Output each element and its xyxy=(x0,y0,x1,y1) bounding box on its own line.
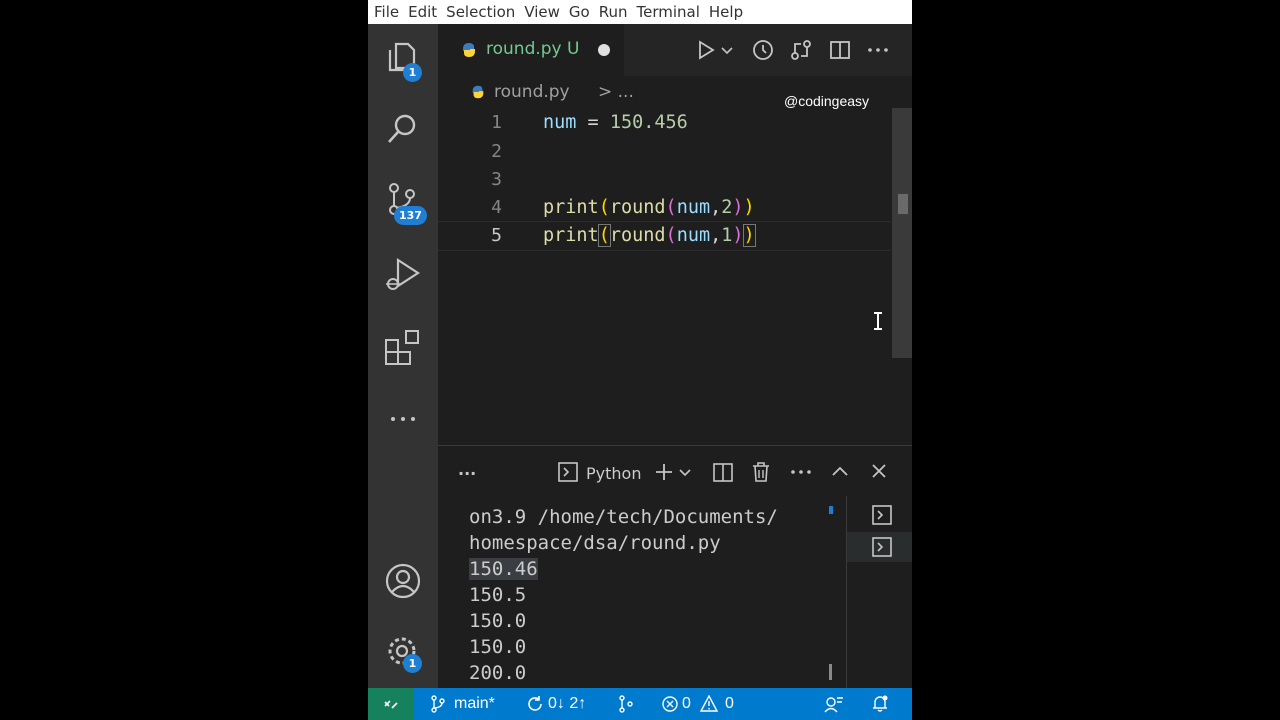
code-line: 2 xyxy=(438,138,890,166)
terminal-output[interactable]: on3.9 /home/tech/Documents/ homespace/ds… xyxy=(469,504,819,686)
menu-help[interactable]: Help xyxy=(709,3,743,21)
menu-go[interactable]: Go xyxy=(569,3,590,21)
menu-view[interactable]: View xyxy=(524,3,560,21)
line-number: 3 xyxy=(491,169,502,190)
breadcrumb-symbols[interactable]: > ... xyxy=(598,82,634,102)
code-line: 4 print(round(num,2)) xyxy=(438,194,890,222)
terminal-line: 150.0 xyxy=(469,636,527,658)
remote-indicator[interactable] xyxy=(368,688,414,720)
line-number: 1 xyxy=(491,112,502,133)
tab-bar: round.py U xyxy=(438,24,912,76)
branch-icon xyxy=(430,695,446,717)
terminal-line: 150.5 xyxy=(469,584,527,606)
terminal-line: homespace/dsa/round.py xyxy=(469,532,721,554)
status-bar: main* 0↓ 2↑ 0 0 xyxy=(368,688,912,720)
explorer-badge: 1 xyxy=(403,63,422,82)
run-dropdown-chevron-icon[interactable] xyxy=(720,38,734,62)
split-editor-icon[interactable] xyxy=(828,38,852,62)
run-debug-icon[interactable] xyxy=(384,256,422,294)
python-file-icon xyxy=(470,84,486,104)
compare-changes-icon[interactable] xyxy=(789,38,813,62)
split-terminal-icon[interactable] xyxy=(712,462,734,488)
vscode-window: File Edit Selection View Go Run Terminal… xyxy=(368,0,912,720)
feedback-icon[interactable] xyxy=(824,695,844,717)
selected-output: 150.46 xyxy=(469,558,538,580)
close-panel-icon[interactable] xyxy=(870,462,888,484)
unsaved-dot-icon[interactable] xyxy=(598,44,610,56)
trash-icon[interactable] xyxy=(751,461,771,487)
line-number: 2 xyxy=(491,141,502,162)
timeline-history-icon[interactable] xyxy=(751,38,775,62)
menu-bar: File Edit Selection View Go Run Terminal… xyxy=(368,0,912,24)
notifications-bell-icon[interactable] xyxy=(871,695,889,717)
terminal-scrollbar[interactable] xyxy=(829,664,832,680)
tab-filename: round.py xyxy=(486,39,562,59)
terminal-line: on3.9 /home/tech/Documents/ xyxy=(469,506,778,528)
code-text: print(round(num,1)) xyxy=(543,224,756,247)
terminal-line: 200.0 xyxy=(469,662,527,684)
panel-header: ... Python xyxy=(438,446,912,496)
line-number: 5 xyxy=(491,225,502,246)
code-text: num = 150.456 xyxy=(543,112,688,133)
code-line: 3 xyxy=(438,166,890,194)
sync-icon[interactable] xyxy=(526,695,544,717)
branch-compare-icon[interactable] xyxy=(618,695,634,717)
terminal-line: 150.46 xyxy=(469,556,819,582)
line-number: 4 xyxy=(491,197,502,218)
warning-icon[interactable] xyxy=(699,694,719,716)
tab-label: round.py U xyxy=(486,39,579,59)
breadcrumb-file[interactable]: round.py xyxy=(494,82,570,102)
menu-run[interactable]: Run xyxy=(599,3,628,21)
code-line-active: 5 print(round(num,1)) xyxy=(438,221,890,251)
terminal-scroll-marker xyxy=(829,506,833,514)
terminal-list-item[interactable] xyxy=(847,500,912,530)
terminal-icon xyxy=(557,461,579,487)
text-cursor-icon xyxy=(872,311,884,335)
error-icon[interactable] xyxy=(662,696,678,716)
code-text: print(round(num,2)) xyxy=(543,197,755,218)
terminal-dropdown-chevron-icon[interactable] xyxy=(678,462,692,486)
search-icon[interactable] xyxy=(384,110,422,148)
menu-selection[interactable]: Selection xyxy=(446,3,515,21)
maximize-panel-chevron-up-icon[interactable] xyxy=(830,462,850,486)
run-file-icon[interactable] xyxy=(694,38,718,62)
source-control-badge: 137 xyxy=(394,206,427,225)
sync-status[interactable]: 0↓ 2↑ xyxy=(548,695,586,713)
extensions-icon[interactable] xyxy=(384,328,422,366)
new-terminal-icon[interactable] xyxy=(654,462,674,486)
activity-bar: 1 137 1 xyxy=(368,24,438,688)
settings-badge: 1 xyxy=(403,654,422,673)
terminal-line: 150.0 xyxy=(469,610,527,632)
tab-git-status: U xyxy=(567,39,580,59)
terminal-more-icon[interactable] xyxy=(790,462,812,486)
terminal-list-item-active[interactable] xyxy=(847,532,912,562)
account-icon[interactable] xyxy=(384,562,422,600)
menu-terminal[interactable]: Terminal xyxy=(637,3,700,21)
python-file-icon xyxy=(460,41,478,63)
warning-count[interactable]: 0 xyxy=(725,695,734,713)
more-actions-icon[interactable] xyxy=(866,38,890,62)
terminal-panel: ... Python on3.9 /home/tech/Documents/ h… xyxy=(438,445,912,689)
menu-file[interactable]: File xyxy=(374,3,399,21)
tab-round-py[interactable]: round.py U xyxy=(438,24,624,76)
error-count[interactable]: 0 xyxy=(682,695,691,713)
panel-more-button[interactable]: ... xyxy=(458,460,476,479)
branch-name[interactable]: main* xyxy=(454,695,495,713)
terminal-list xyxy=(846,496,912,689)
code-line: 1 num = 150.456 xyxy=(438,109,890,137)
editor-scrollbar[interactable] xyxy=(892,108,912,358)
terminal-name[interactable]: Python xyxy=(586,464,641,483)
menu-edit[interactable]: Edit xyxy=(408,3,437,21)
overview-ruler-marker xyxy=(898,194,908,214)
watermark-text: @codingeasy xyxy=(784,93,870,109)
more-icon[interactable] xyxy=(384,400,422,438)
code-editor[interactable]: 1 num = 150.456 2 3 4 print(round(num,2)… xyxy=(438,108,912,445)
